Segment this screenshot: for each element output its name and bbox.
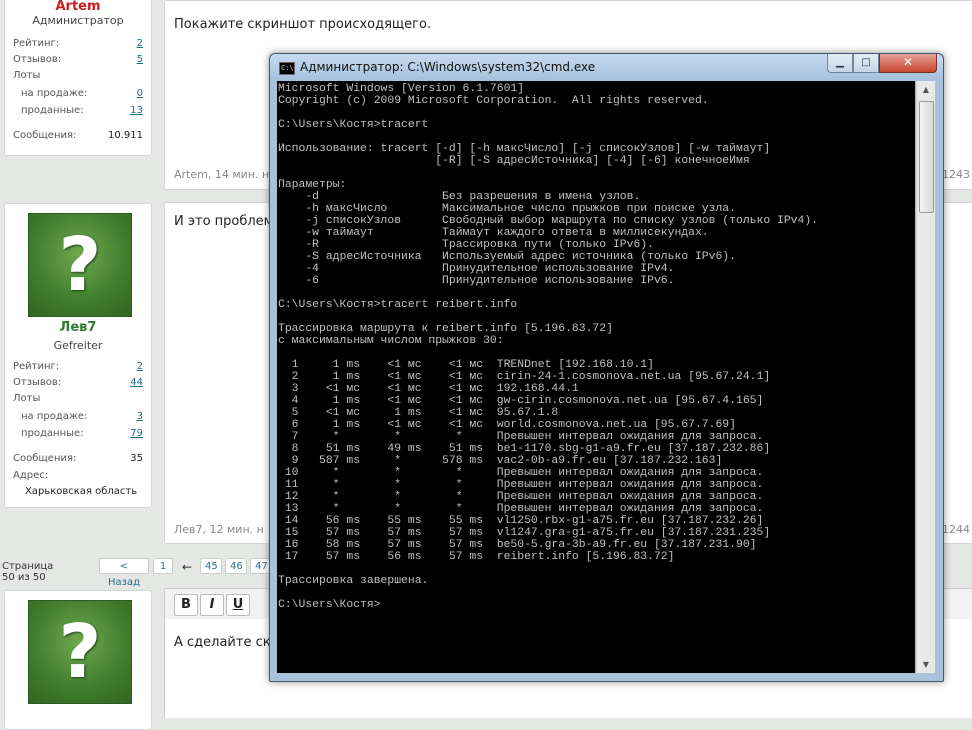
user-name[interactable]: Artem — [5, 0, 151, 14]
stat-sold: проданные: 79 — [21, 428, 143, 439]
prev-page-button[interactable]: < Назад — [99, 558, 149, 588]
user-title: Администратор — [32, 14, 124, 27]
messages-value: 35 — [130, 453, 143, 464]
stat-lots: Лоты — [13, 393, 41, 404]
scroll-down-icon[interactable]: ▼ — [917, 656, 935, 673]
stat-address: Харьковская область — [25, 486, 138, 497]
rating-value[interactable]: 2 — [137, 38, 143, 49]
sold-value[interactable]: 79 — [130, 428, 143, 439]
reviews-value[interactable]: 44 — [130, 377, 143, 388]
maximize-button[interactable]: □ — [853, 54, 879, 73]
on-sale-value[interactable]: 3 — [137, 411, 143, 422]
user-name[interactable]: Лев7 — [5, 320, 151, 335]
stat-on-sale: на продаже: 0 — [21, 88, 143, 99]
avatar[interactable]: ? — [28, 600, 132, 704]
bold-button[interactable]: B — [174, 594, 198, 616]
scroll-up-icon[interactable]: ▲ — [917, 81, 935, 98]
reviews-value[interactable]: 5 — [137, 54, 143, 65]
page-45-button[interactable]: 45 — [200, 558, 222, 574]
question-mark-icon: ? — [58, 222, 102, 308]
window-title: Администратор: C:\Windows\system32\cmd.e… — [300, 60, 596, 74]
underline-button[interactable]: U — [226, 594, 250, 616]
avatar[interactable]: ? — [28, 213, 132, 317]
console-output-area[interactable]: Microsoft Windows [Version 6.1.7601] Cop… — [277, 81, 915, 673]
post-text: И это проблем — [174, 214, 274, 229]
scroll-thumb[interactable] — [919, 101, 934, 213]
vertical-scrollbar[interactable]: ▲ ▼ — [916, 81, 935, 673]
stat-reviews: Отзывов: 44 — [13, 377, 143, 388]
page-46-button[interactable]: 46 — [225, 558, 247, 574]
cmd-window[interactable]: C:\ Администратор: C:\Windows\system32\c… — [269, 53, 944, 682]
stat-rating: Рейтинг: 2 — [13, 38, 143, 49]
post-number[interactable]: 1243 — [942, 168, 970, 181]
post-number[interactable]: 1244 — [942, 523, 970, 536]
post-meta[interactable]: Artem, 14 мин. н — [174, 168, 269, 181]
page-indicator: Страница 50 из 50 — [2, 561, 54, 583]
stat-rating: Рейтинг: 2 — [13, 361, 143, 372]
page-1-button[interactable]: 1 — [153, 558, 173, 574]
stat-lots: Лоты — [13, 70, 41, 81]
on-sale-value[interactable]: 0 — [137, 88, 143, 99]
sold-value[interactable]: 13 — [130, 105, 143, 116]
user-card-lev7: ? Лев7 Gefreiter Рейтинг: 2 Отзывов: 44 Ло… — [4, 203, 152, 508]
close-button[interactable]: ✕ — [879, 54, 937, 73]
stat-sold: проданные: 13 — [21, 105, 143, 116]
current-user-card: ? — [4, 590, 152, 730]
cmd-icon[interactable]: C:\ — [279, 62, 295, 75]
stat-on-sale: на продаже: 3 — [21, 411, 143, 422]
console-text: Microsoft Windows [Version 6.1.7601] Cop… — [278, 83, 819, 611]
stat-messages: Сообщения: 35 — [13, 453, 143, 464]
post-meta[interactable]: Лев7, 12 мин. н — [174, 523, 264, 536]
user-card-artem: Artem Администратор Рейтинг: 2 Отзывов: 5 … — [4, 0, 152, 156]
post-text: Покажите скриншот происходящего. — [174, 17, 432, 32]
cmd-titlebar[interactable]: C:\ Администратор: C:\Windows\system32\c… — [270, 54, 943, 80]
page-47-button[interactable]: 47 — [250, 558, 270, 574]
question-mark-icon: ? — [58, 609, 102, 695]
rating-value[interactable]: 2 — [137, 361, 143, 372]
stat-reviews: Отзывов: 5 — [13, 54, 143, 65]
messages-value: 10.911 — [108, 130, 143, 141]
user-title: Gefreiter — [53, 339, 103, 352]
stat-address-label: Адрес: — [13, 470, 49, 481]
italic-button[interactable]: I — [200, 594, 224, 616]
stat-messages: Сообщения: 10.911 — [13, 130, 143, 141]
minimize-button[interactable]: ▁ — [827, 54, 853, 73]
arrow-left-icon: ← — [182, 560, 193, 574]
